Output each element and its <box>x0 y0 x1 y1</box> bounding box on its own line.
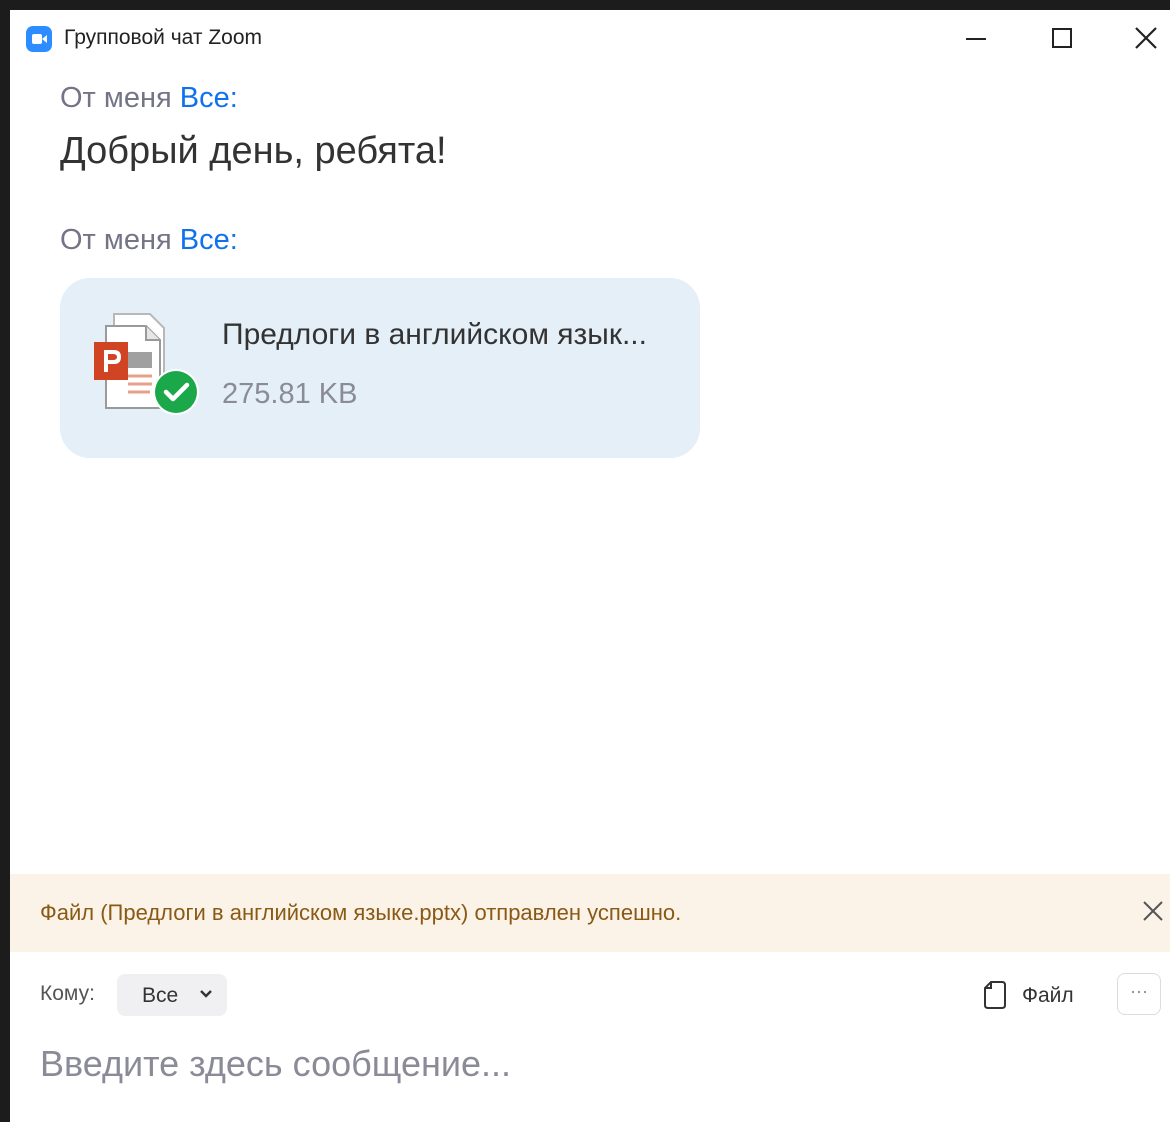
maximize-icon <box>1052 28 1072 48</box>
sender-from: От меня <box>60 82 172 114</box>
send-file-button[interactable]: Файл <box>978 974 1088 1016</box>
recipient-value: Все <box>142 984 179 1007</box>
file-name: Предлоги в английском язык... <box>222 318 647 351</box>
message-input[interactable] <box>40 1034 1140 1094</box>
sender-to-link[interactable]: Все: <box>180 224 238 256</box>
zoom-chat-window: Групповой чат Zoom От меня Все: Добрый д… <box>10 10 1170 1122</box>
check-circle-icon <box>153 369 199 415</box>
chevron-down-icon <box>200 990 212 998</box>
close-window-button[interactable] <box>1121 18 1170 58</box>
zoom-logo-icon <box>26 26 52 52</box>
minimize-icon <box>966 38 986 40</box>
title-bar: Групповой чат Zoom <box>10 10 1170 66</box>
maximize-button[interactable] <box>1036 18 1086 58</box>
file-size: 275.81 KB <box>222 378 358 410</box>
file-button-label: Файл <box>1022 984 1074 1007</box>
powerpoint-file-icon <box>94 313 199 415</box>
file-icon <box>984 981 1006 1009</box>
close-icon <box>1135 27 1157 49</box>
minimize-button[interactable] <box>951 18 1001 58</box>
file-attachment-card[interactable]: Предлоги в английском язык... 275.81 KB <box>60 278 700 458</box>
more-options-button[interactable]: ··· <box>1117 973 1161 1015</box>
recipient-dropdown[interactable]: Все <box>117 974 227 1016</box>
message-sender: От меня Все: <box>60 224 238 257</box>
message-sender: От меня Все: <box>60 82 238 115</box>
sender-from: От меня <box>60 224 172 256</box>
dismiss-notification-close-icon[interactable] <box>1140 898 1166 924</box>
window-title: Групповой чат Zoom <box>64 26 263 49</box>
sender-to-link[interactable]: Все: <box>180 82 238 114</box>
message-text: Добрый день, ребята! <box>60 130 447 172</box>
recipient-label: Кому: <box>40 982 95 1005</box>
file-sent-notification: Файл (Предлоги в английском языке.pptx) … <box>10 874 1170 952</box>
notification-text: Файл (Предлоги в английском языке.pptx) … <box>40 900 682 925</box>
